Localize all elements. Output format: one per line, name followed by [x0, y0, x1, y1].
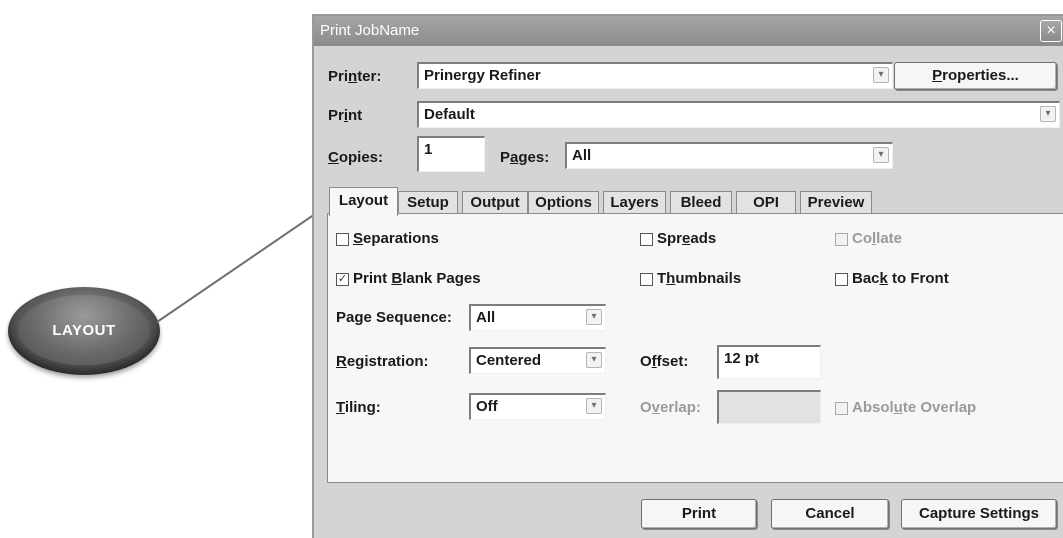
spreads-checkbox[interactable]: [640, 233, 653, 246]
print-blank-pages-label: Print Blank Pages: [353, 270, 481, 287]
spreads-label: Spreads: [657, 230, 717, 247]
printer-select[interactable]: Prinergy Refiner ▾: [417, 62, 893, 89]
absolute-overlap-checkbox[interactable]: [835, 402, 848, 415]
tab-layout[interactable]: Layout: [329, 187, 398, 216]
overlap-label: Overlap:: [640, 399, 701, 416]
thumbnails-label: Thumbnails: [657, 270, 742, 287]
print-label: Print: [328, 107, 363, 124]
tab-output[interactable]: Output: [462, 191, 528, 214]
print-value: Default: [424, 106, 475, 123]
chevron-down-icon: ▾: [873, 67, 889, 83]
registration-value: Centered: [476, 352, 542, 369]
properties-button[interactable]: Properties...: [894, 62, 1057, 90]
print-blank-pages-checkbox[interactable]: ✓: [336, 273, 349, 286]
chevron-down-icon: ▾: [586, 309, 602, 325]
tab-setup[interactable]: Setup: [398, 191, 458, 214]
registration-label: Registration:: [336, 353, 429, 370]
offset-label: Offset:: [640, 353, 689, 370]
tiling-label: Tiling:: [336, 399, 381, 416]
layout-tab-panel: [327, 213, 1063, 483]
collate-checkbox[interactable]: [835, 233, 848, 246]
print-dialog: Print JobName × Printer: Prinergy Refine…: [312, 14, 1063, 538]
dialog-title: Print JobName: [320, 22, 420, 39]
title-bar: Print JobName ×: [314, 16, 1063, 46]
close-button[interactable]: ×: [1040, 20, 1062, 42]
absolute-overlap-label: Absolute Overlap: [852, 399, 977, 416]
offset-input[interactable]: 12 pt: [717, 345, 821, 379]
copies-label: Copies:: [328, 149, 384, 166]
back-to-front-label: Back to Front: [852, 270, 949, 287]
chevron-down-icon: ▾: [873, 147, 889, 163]
page-sequence-select[interactable]: All ▾: [469, 304, 606, 331]
pages-value: All: [572, 147, 592, 164]
collate-label: Collate: [852, 230, 903, 247]
check-icon: ✓: [337, 273, 348, 285]
separations-checkbox[interactable]: [336, 233, 349, 246]
tiling-select[interactable]: Off ▾: [469, 393, 606, 420]
print-button[interactable]: Print: [641, 499, 757, 529]
tab-options[interactable]: Options: [528, 191, 599, 214]
capture-settings-button[interactable]: Capture Settings: [901, 499, 1057, 529]
chevron-down-icon: ▾: [1040, 106, 1056, 122]
copies-value: 1: [424, 141, 433, 158]
tab-opi[interactable]: OPI: [736, 191, 796, 214]
printer-value: Prinergy Refiner: [424, 67, 541, 84]
tab-preview[interactable]: Preview: [800, 191, 872, 214]
print-preset-select[interactable]: Default ▾: [417, 101, 1060, 128]
tiling-value: Off: [476, 398, 498, 415]
tab-bleed[interactable]: Bleed: [670, 191, 732, 214]
page-sequence-label: Page Sequence:: [336, 309, 452, 326]
pages-label: Pages:: [500, 149, 550, 166]
copies-input[interactable]: 1: [417, 136, 485, 172]
tab-layers[interactable]: Layers: [603, 191, 666, 214]
cancel-button[interactable]: Cancel: [771, 499, 889, 529]
pages-select[interactable]: All ▾: [565, 142, 893, 169]
chevron-down-icon: ▾: [586, 352, 602, 368]
offset-value: 12 pt: [724, 350, 760, 367]
back-to-front-checkbox[interactable]: [835, 273, 848, 286]
close-icon: ×: [1046, 22, 1056, 39]
separations-label: Separations: [353, 230, 439, 247]
overlap-input[interactable]: [717, 390, 821, 424]
printer-label: Printer:: [328, 68, 382, 85]
registration-select[interactable]: Centered ▾: [469, 347, 606, 374]
chevron-down-icon: ▾: [586, 398, 602, 414]
thumbnails-checkbox[interactable]: [640, 273, 653, 286]
page-sequence-value: All: [476, 309, 496, 326]
